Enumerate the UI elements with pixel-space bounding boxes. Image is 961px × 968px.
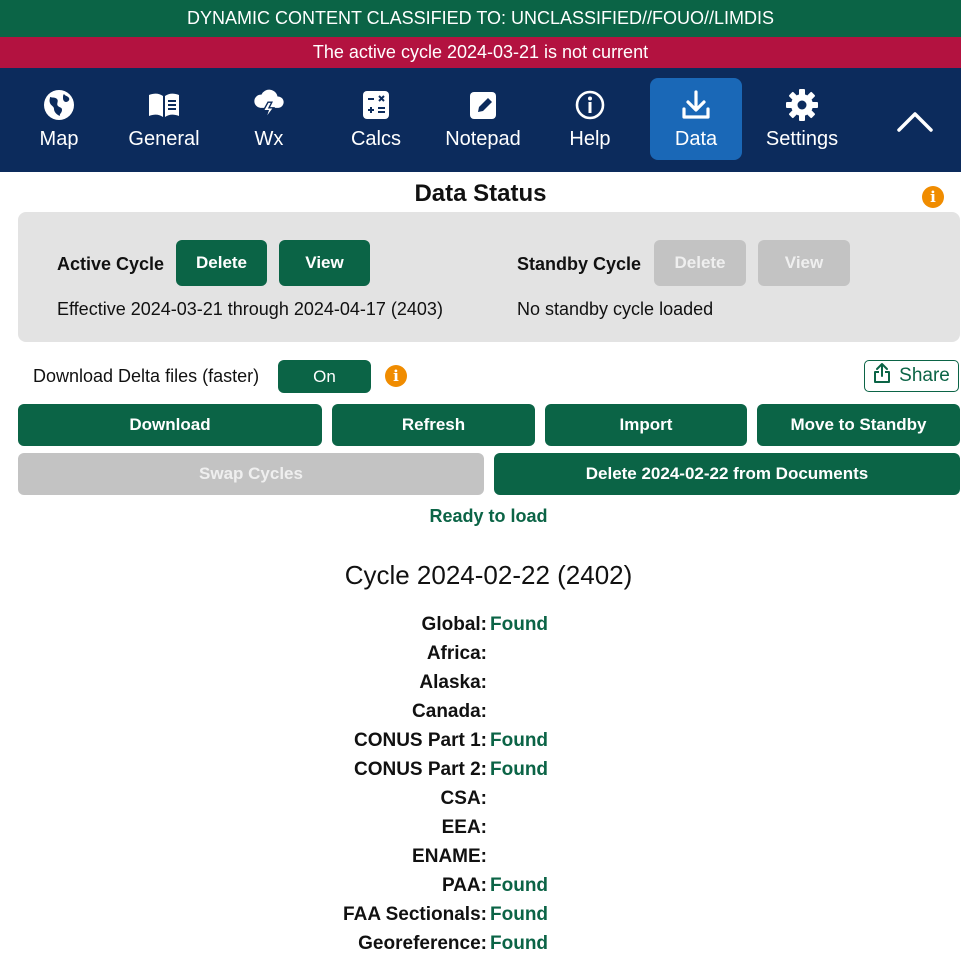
nav-item-map[interactable]: Map: [30, 78, 88, 160]
nav-item-calcs[interactable]: Calcs: [344, 78, 408, 160]
nav-item-help[interactable]: Help: [564, 78, 616, 160]
nav-label: Notepad: [445, 127, 521, 150]
region-name: Alaska:: [419, 672, 487, 693]
list-item: Canada:: [0, 701, 961, 730]
nav-item-wx[interactable]: Wx: [244, 78, 294, 160]
nav-item-data[interactable]: Data: [650, 78, 742, 160]
standby-delete-button[interactable]: Delete: [654, 240, 746, 286]
active-cycle-label: Active Cycle: [57, 254, 165, 274]
storm-cloud-icon: [252, 88, 286, 122]
calculator-icon: [359, 88, 393, 122]
import-button[interactable]: Import: [545, 404, 747, 446]
region-name: CONUS Part 2:: [353, 759, 487, 780]
region-name: CSA:: [440, 788, 487, 809]
move-to-standby-button[interactable]: Move to Standby: [757, 404, 960, 446]
region-status: Found: [490, 759, 549, 780]
globe-icon: [42, 88, 76, 122]
nav-label: General: [128, 127, 200, 150]
region-name: ENAME:: [412, 846, 487, 867]
list-item: CONUS Part 2: Found: [0, 759, 961, 788]
standby-view-button[interactable]: View: [758, 240, 850, 286]
nav-label: Map: [39, 127, 79, 150]
notepad-icon: [466, 88, 500, 122]
region-name: Africa:: [426, 643, 487, 664]
info-icon[interactable]: i: [922, 186, 944, 208]
nav-label: Help: [569, 127, 611, 150]
nav-item-notepad[interactable]: Notepad: [440, 78, 526, 160]
chevron-up-icon: [893, 112, 937, 148]
region-name: FAA Sectionals:: [343, 904, 487, 925]
region-name: EEA:: [441, 817, 487, 838]
list-item: CSA:: [0, 788, 961, 817]
region-name: CONUS Part 1:: [353, 730, 487, 751]
swap-cycles-button[interactable]: Swap Cycles: [18, 453, 484, 495]
nav-label: Settings: [765, 127, 839, 150]
cycle-heading: Cycle 2024-02-22 (2402): [344, 560, 633, 590]
delete-documents-button[interactable]: Delete 2024-02-22 from Documents: [494, 453, 960, 495]
list-item: Georeference: Found: [0, 933, 961, 962]
active-view-button[interactable]: View: [279, 240, 370, 286]
classification-banner: DYNAMIC CONTENT CLASSIFIED TO: UNCLASSIF…: [0, 0, 961, 37]
region-status: Found: [490, 875, 549, 896]
nav-label: Data: [674, 127, 718, 150]
page-title: Data Status: [414, 180, 547, 207]
collapse-nav-button[interactable]: [893, 100, 937, 144]
info-icon: [573, 88, 607, 122]
region-status: Found: [490, 614, 549, 635]
delta-info-icon[interactable]: i: [385, 365, 407, 387]
list-item: CONUS Part 1: Found: [0, 730, 961, 759]
region-name: PAA:: [441, 875, 487, 896]
cycle-panel: Active Cycle Delete View Effective 2024-…: [18, 212, 960, 342]
nav-item-general[interactable]: General: [122, 78, 206, 160]
share-button[interactable]: Share: [864, 360, 959, 392]
gear-icon: [785, 88, 819, 122]
list-item: Alaska:: [0, 672, 961, 701]
download-icon: [679, 88, 713, 122]
list-item: Global: Found: [0, 614, 961, 643]
nav-label: Calcs: [350, 127, 401, 150]
region-name: Georeference:: [358, 933, 487, 954]
delta-files-label: Download Delta files (faster): [33, 366, 260, 386]
delta-files-toggle[interactable]: On: [278, 360, 371, 393]
refresh-button[interactable]: Refresh: [332, 404, 535, 446]
load-status: Ready to load: [429, 506, 548, 526]
list-item: PAA: Found: [0, 875, 961, 904]
list-item: Africa:: [0, 643, 961, 672]
standby-cycle-status: No standby cycle loaded: [517, 299, 714, 319]
book-icon: [147, 88, 181, 122]
top-navigation-bar: Map General Wx Calcs Notepad Help Data S…: [0, 68, 961, 172]
standby-cycle-label: Standby Cycle: [517, 254, 642, 274]
list-item: FAA Sectionals: Found: [0, 904, 961, 933]
cycle-alert-banner: The active cycle 2024-03-21 is not curre…: [0, 37, 961, 68]
nav-label: Wx: [254, 127, 284, 150]
region-list: Global: Found Africa: Alaska: Canada: CON…: [0, 614, 961, 962]
nav-item-settings[interactable]: Settings: [760, 78, 844, 160]
region-name: Canada:: [412, 701, 487, 722]
share-label: Share: [899, 365, 950, 386]
active-delete-button[interactable]: Delete: [176, 240, 267, 286]
share-icon: [873, 362, 891, 390]
download-button[interactable]: Download: [18, 404, 322, 446]
region-name: Global:: [421, 614, 487, 635]
region-status: Found: [490, 730, 549, 751]
active-cycle-effective: Effective 2024-03-21 through 2024-04-17 …: [57, 299, 443, 319]
list-item: EEA:: [0, 817, 961, 846]
region-status: Found: [490, 904, 549, 925]
list-item: ENAME:: [0, 846, 961, 875]
region-status: Found: [490, 933, 549, 954]
